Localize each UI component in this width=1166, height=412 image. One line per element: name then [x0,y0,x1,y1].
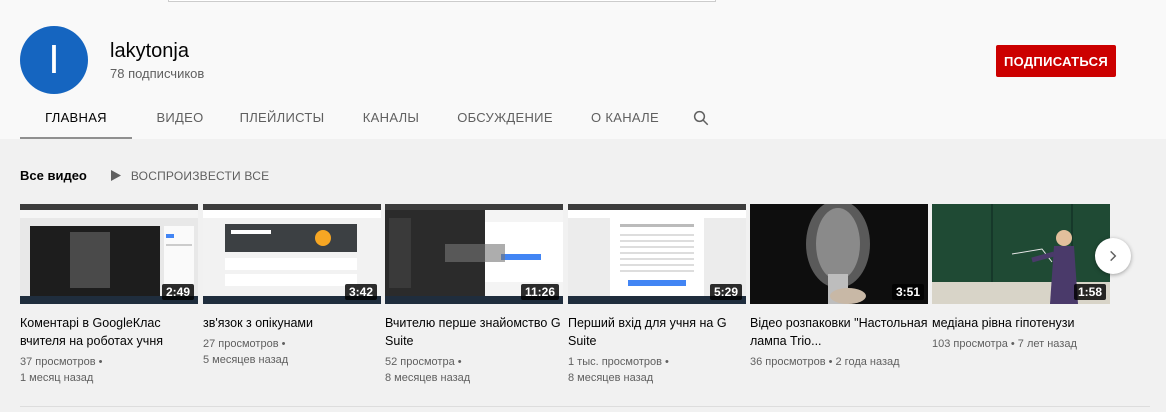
video-views: 52 просмотра • [385,356,462,368]
video-thumbnail[interactable]: 5:29 [568,204,746,304]
tab-discussion[interactable]: ОБСУЖДЕНИЕ [450,102,560,139]
video-duration: 3:42 [344,284,377,300]
video-age: 8 месяцев назад [385,372,471,384]
video-title[interactable]: медіана рівна гіпотенузи [932,314,1110,332]
divider [20,406,1150,407]
video-item[interactable]: 2:49 Коментарі в GoogleКлас вчителя на р… [20,204,198,386]
video-views: 103 просмотра • 7 лет назад [932,338,1077,350]
video-age: 1 месяц назад [20,372,94,384]
video-title[interactable]: Вчителю перше знайомство G Suite [385,314,563,350]
video-views: 36 просмотров • 2 года назад [750,356,900,368]
video-item[interactable]: 1:58 медіана рівна гіпотенузи 103 просмо… [932,204,1110,352]
video-views: 27 просмотров • [203,338,286,350]
video-title[interactable]: Коментарі в GoogleКлас вчителя на робота… [20,314,198,350]
channel-header: I lakytonja 78 подписчиков ПОДПИСАТЬСЯ Г… [0,14,1166,139]
video-duration: 5:29 [709,284,742,300]
channel-avatar[interactable]: I [20,26,88,94]
video-title[interactable]: зв'язок з опікунами [203,314,381,332]
search-icon[interactable] [692,109,712,129]
video-thumbnail[interactable]: 3:42 [203,204,381,304]
tab-videos[interactable]: ВИДЕО [148,102,212,139]
play-all-label: ВОСПРОИЗВЕСТИ ВСЕ [130,168,270,183]
tab-playlists[interactable]: ПЛЕЙЛИСТЫ [232,102,332,139]
video-item[interactable]: 5:29 Перший вхід для учня на G Suite 1 т… [568,204,746,386]
section-header: Все видео ВОСПРОИЗВЕСТИ ВСЕ [20,168,269,183]
video-item[interactable]: 3:51 Відео розпаковки "Настольная лампа … [750,204,928,370]
video-duration: 2:49 [161,284,194,300]
video-thumbnail[interactable]: 3:51 [750,204,928,304]
video-item[interactable]: 3:42 зв'язок з опікунами 27 просмотров •… [203,204,381,368]
video-age: 5 месяцев назад [203,354,289,366]
video-thumbnail[interactable]: 2:49 [20,204,198,304]
channel-tabs: ГЛАВНАЯ ВИДЕО ПЛЕЙЛИСТЫ КАНАЛЫ ОБСУЖДЕНИ… [20,102,712,139]
video-title[interactable]: Відео розпаковки "Настольная лампа Trio.… [750,314,928,350]
video-shelf: 2:49 Коментарі в GoogleКлас вчителя на р… [20,204,1112,394]
subscriber-count: 78 подписчиков [110,66,205,81]
video-duration: 1:58 [1073,284,1106,300]
video-thumbnail[interactable]: 1:58 [932,204,1110,304]
next-arrow-button[interactable] [1095,238,1131,274]
play-all-button[interactable]: ВОСПРОИЗВЕСТИ ВСЕ [110,168,270,183]
tab-channels[interactable]: КАНАЛЫ [350,102,432,139]
video-thumbnail[interactable]: 11:26 [385,204,563,304]
video-duration: 3:51 [891,284,924,300]
video-duration: 11:26 [520,284,559,300]
channel-name: lakytonja [110,40,189,62]
play-icon [110,170,121,181]
tab-home[interactable]: ГЛАВНАЯ [20,102,132,139]
video-views: 37 просмотров • [20,356,103,368]
top-strip [0,0,1166,14]
tab-about[interactable]: О КАНАЛЕ [578,102,672,139]
video-title[interactable]: Перший вхід для учня на G Suite [568,314,746,350]
subscribe-button[interactable]: ПОДПИСАТЬСЯ [996,45,1116,77]
section-title: Все видео [20,168,87,183]
video-age: 8 месяцев назад [568,372,654,384]
video-views: 1 тыс. просмотров • [568,356,669,368]
chevron-right-icon [1110,250,1117,262]
search-box-remnant[interactable] [168,0,716,2]
video-item[interactable]: 11:26 Вчителю перше знайомство G Suite 5… [385,204,563,386]
